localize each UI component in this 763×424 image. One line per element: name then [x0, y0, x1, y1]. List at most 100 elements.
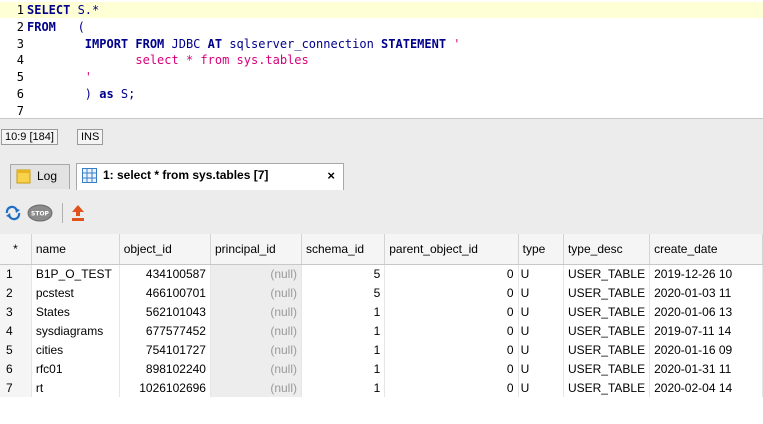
type-cell: U [518, 302, 564, 321]
parent-object-id-cell: 0 [384, 321, 519, 340]
result-grid[interactable]: * name object_id principal_id schema_id paren… [0, 234, 763, 424]
object-id-cell: 754101727 [119, 340, 211, 359]
create-date-header[interactable]: create_date [649, 234, 763, 265]
sql-token: S.* [70, 3, 100, 17]
principal-id-cell: (null) [210, 302, 303, 321]
code-text: SELECT S.* [27, 2, 99, 18]
name-cell: rfc01 [31, 359, 120, 378]
sql-editor[interactable]: 1 SELECT S.* 2 FROM (3 IMPORT FROM JDBC AT … [0, 0, 763, 118]
schema-id-cell: 5 [301, 283, 386, 302]
object-id-cell: 562101043 [119, 302, 211, 321]
row-number[interactable]: 6 [0, 359, 32, 378]
table-row[interactable]: 7 rt 1026102696 (null) 1 0 U USER_TABLE 2020-02-… [0, 378, 763, 397]
toolbar-separator [62, 203, 63, 223]
code-line[interactable]: 5 ' [0, 69, 763, 85]
create-date-cell: 2020-02-04 14 [649, 378, 763, 397]
type-desc-cell: USER_TABLE [563, 264, 651, 283]
grid-icon [82, 168, 97, 183]
code-line[interactable]: 6 ) as S; [0, 86, 763, 102]
parent-object-id-header[interactable]: parent_object_id [384, 234, 519, 265]
sql-token: S; [113, 87, 136, 101]
sql-keyword: SELECT [27, 3, 71, 17]
sql-string: select * from sys.tables [27, 53, 309, 68]
parent-object-id-cell: 0 [384, 359, 519, 378]
parent-object-id-cell: 0 [384, 340, 519, 359]
row-number[interactable]: 1 [0, 264, 32, 283]
line-number: 6 [16, 87, 24, 101]
row-number[interactable]: 4 [0, 321, 32, 340]
parent-object-id-cell: 0 [384, 264, 519, 283]
result-table: * name object_id principal_id schema_id paren… [0, 234, 763, 397]
code-line[interactable]: 1 SELECT S.* [0, 2, 763, 18]
row-number[interactable]: 2 [0, 283, 32, 302]
sql-string: ' [446, 36, 461, 51]
sql-token: ( [55, 19, 85, 34]
table-row[interactable]: 2 pcstest 466100701 (null) 5 0 U USER_TABLE 2020… [0, 283, 763, 302]
export-icon[interactable] [69, 204, 87, 222]
schema-id-cell: 1 [301, 302, 386, 321]
editor-status-bar: 10:9 [184] INS [0, 118, 763, 158]
type-cell: U [518, 321, 564, 340]
stop-icon[interactable]: STOP [27, 204, 53, 222]
code-text: select * from sys.tables [27, 52, 309, 68]
name-cell: cities [31, 340, 120, 359]
insert-mode-indicator: INS [77, 129, 104, 145]
table-row[interactable]: 6 rfc01 898102240 (null) 1 0 U USER_TABLE 2020-0… [0, 359, 763, 378]
name-header[interactable]: name [31, 234, 120, 265]
type-cell: U [518, 378, 564, 397]
row-number[interactable]: 3 [0, 302, 32, 321]
code-line[interactable]: 3 IMPORT FROM JDBC AT sqlserver_connecti… [0, 36, 763, 52]
code-text: IMPORT FROM JDBC AT sqlserver_connection… [27, 36, 461, 52]
tab-log[interactable]: Log [10, 164, 70, 189]
code-line[interactable]: 4 select * from sys.tables [0, 52, 763, 68]
create-date-cell: 2020-01-16 09 [649, 340, 763, 359]
table-row[interactable]: 1 B1P_O_TEST 434100587 (null) 5 0 U USER_TABLE 2… [0, 264, 763, 283]
sql-keyword: as [99, 87, 114, 101]
type-cell: U [518, 283, 564, 302]
line-number: 5 [16, 70, 24, 85]
table-row[interactable]: 5 cities 754101727 (null) 1 0 U USER_TABLE 2020-… [0, 340, 763, 359]
sql-token: ) [27, 87, 100, 101]
result-tab-bar: Log 1: select * from sys.tables [7] × [0, 150, 763, 190]
principal-id-cell: (null) [210, 340, 303, 359]
sql-token: sqlserver_connection [222, 36, 382, 51]
refresh-icon[interactable] [4, 204, 22, 222]
sql-keyword: AT [207, 36, 223, 51]
tab-query-result[interactable]: 1: select * from sys.tables [7] × [76, 163, 344, 190]
schema-id-header[interactable]: schema_id [301, 234, 386, 265]
principal-id-cell: (null) [210, 359, 303, 378]
result-toolbar: STOP [0, 190, 763, 234]
object-id-header[interactable]: object_id [119, 234, 211, 265]
code-line[interactable]: 7 [0, 103, 763, 118]
create-date-cell: 2019-07-11 14 [649, 321, 763, 340]
schema-id-cell: 1 [301, 359, 386, 378]
schema-id-cell: 1 [301, 321, 386, 340]
line-number: 2 [16, 19, 24, 34]
type-desc-cell: USER_TABLE [563, 340, 651, 359]
code-text: ) as S; [27, 86, 136, 102]
sql-keyword: IMPORT FROM [84, 36, 165, 51]
type-desc-cell: USER_TABLE [563, 302, 651, 321]
name-cell: pcstest [31, 283, 120, 302]
principal-id-cell: (null) [210, 283, 303, 302]
create-date-cell: 2020-01-31 11 [649, 359, 763, 378]
close-icon[interactable]: × [327, 164, 335, 187]
type-cell: U [518, 359, 564, 378]
name-cell: sysdiagrams [31, 321, 120, 340]
principal-id-header[interactable]: principal_id [210, 234, 303, 265]
type-desc-cell: USER_TABLE [563, 359, 651, 378]
parent-object-id-cell: 0 [384, 283, 519, 302]
table-row[interactable]: 4 sysdiagrams 677577452 (null) 1 0 U USER_TABLE… [0, 321, 763, 340]
row-number[interactable]: 5 [0, 340, 32, 359]
type-desc-header[interactable]: type_desc [563, 234, 651, 265]
table-row[interactable]: 3 States 562101043 (null) 1 0 U USER_TABLE 2020-… [0, 302, 763, 321]
sql-string: ' [27, 70, 93, 85]
type-header[interactable]: type [518, 234, 564, 265]
row-number[interactable]: 7 [0, 378, 32, 397]
code-line[interactable]: 2 FROM ( [0, 19, 763, 35]
type-desc-cell: USER_TABLE [563, 283, 651, 302]
tab-query-result-label: 1: select * from sys.tables [7] [103, 168, 269, 182]
name-cell: B1P_O_TEST [31, 264, 120, 283]
row-number-header[interactable]: * [0, 234, 32, 265]
